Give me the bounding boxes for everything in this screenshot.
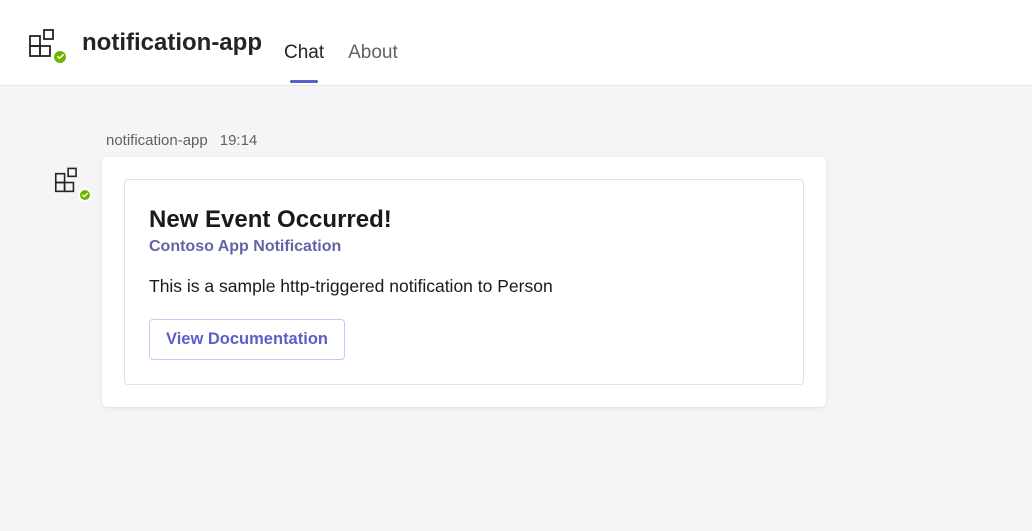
adaptive-card: New Event Occurred! Contoso App Notifica… [124,179,804,385]
card-title: New Event Occurred! [149,206,779,234]
message-row: notification-app 19:14 New Event Occurre… [54,132,1032,407]
tab-chat[interactable]: Chat [284,42,324,85]
presence-available-icon [52,49,68,65]
app-header: notification-app Chat About [0,0,1032,86]
tab-about[interactable]: About [348,42,398,85]
message-column: notification-app 19:14 New Event Occurre… [102,132,826,407]
view-documentation-button[interactable]: View Documentation [149,319,345,360]
sender-name: notification-app [106,132,208,149]
app-title: notification-app [82,29,262,57]
sender-avatar [54,164,88,198]
message-meta: notification-app 19:14 [106,132,826,149]
chat-content: notification-app 19:14 New Event Occurre… [0,86,1032,407]
adaptive-card-container: New Event Occurred! Contoso App Notifica… [102,157,826,407]
presence-available-icon [78,188,92,202]
card-body-text: This is a sample http-triggered notifica… [149,276,779,297]
card-subtitle: Contoso App Notification [149,238,779,256]
message-timestamp: 19:14 [220,132,258,149]
tab-list: Chat About [284,42,398,85]
app-icon [28,25,64,61]
